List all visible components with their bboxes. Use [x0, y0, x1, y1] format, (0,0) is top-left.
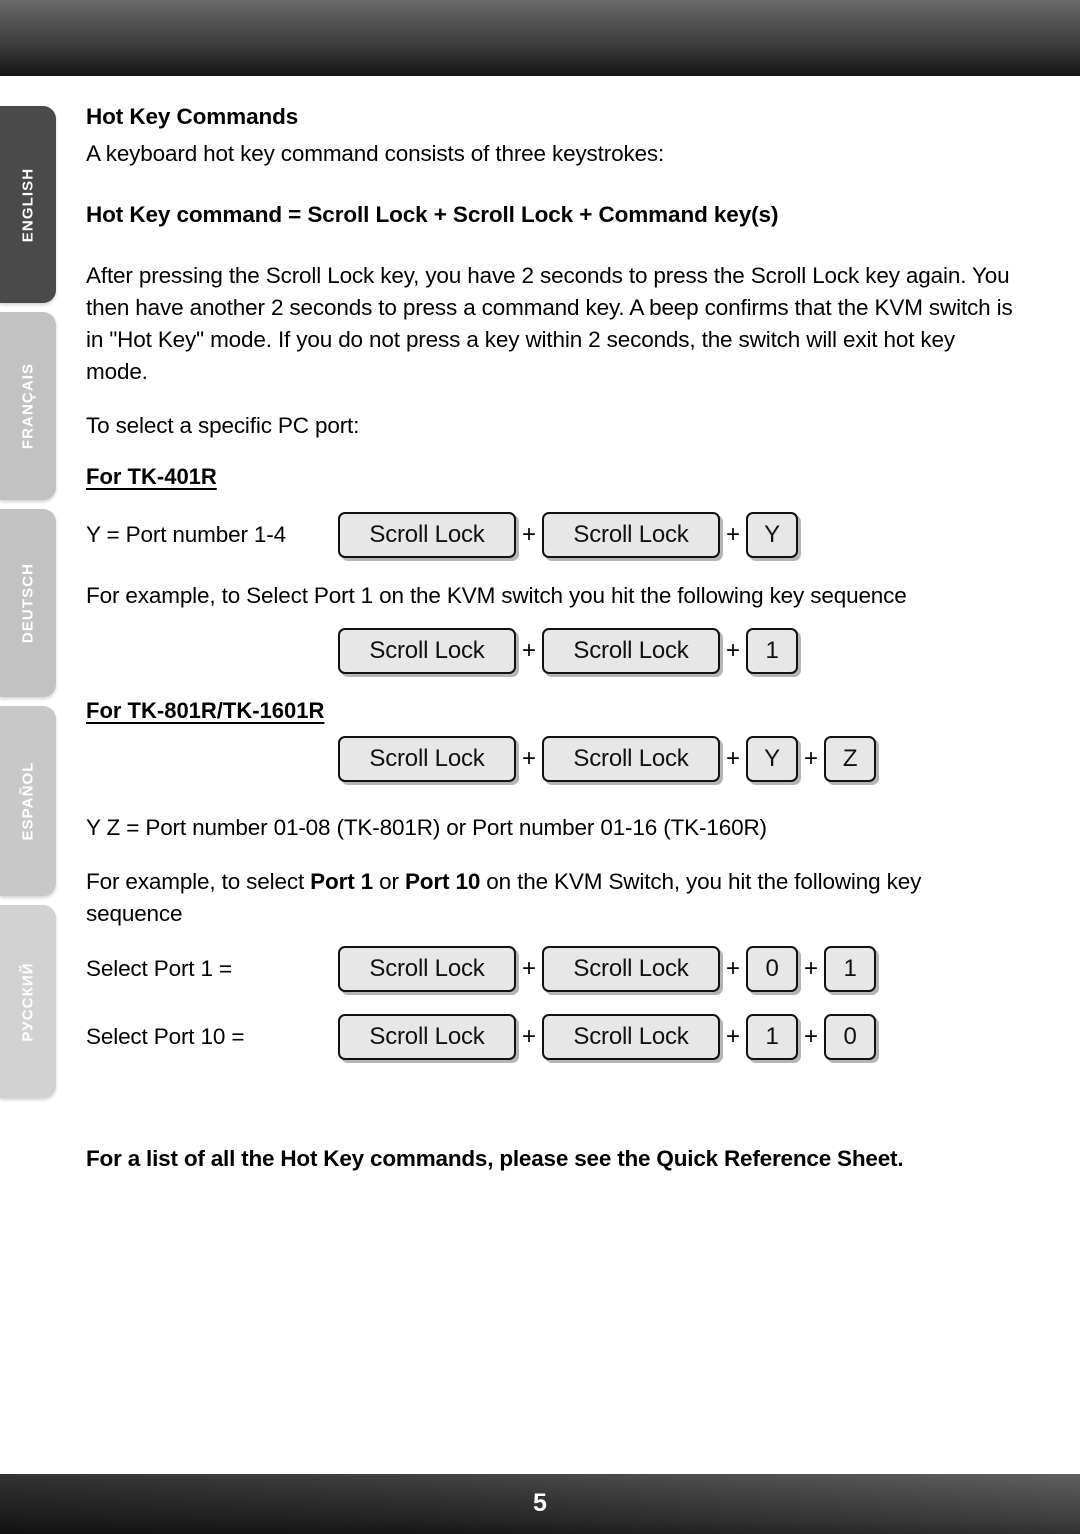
plus-symbol: +	[726, 521, 741, 548]
key-scroll-lock[interactable]: Scroll Lock	[542, 628, 721, 674]
key-scroll-lock[interactable]: Scroll Lock	[542, 512, 721, 558]
key-scroll-lock[interactable]: Scroll Lock	[542, 946, 721, 992]
sidebar-tab-label: FRANÇAIS	[19, 362, 37, 450]
plus-symbol: +	[804, 745, 819, 772]
key-1[interactable]: 1	[746, 1014, 799, 1060]
sidebar-tab-russkiy[interactable]: РУССКИЙ	[0, 905, 56, 1098]
plus-symbol: +	[804, 955, 819, 982]
key-sequence-row-select-port-1: Select Port 1 = Scroll Lock + Scroll Loc…	[86, 946, 1016, 992]
key-y[interactable]: Y	[746, 736, 799, 782]
example-bold-port-10: Port 10	[404, 869, 481, 894]
plus-symbol: +	[804, 1023, 819, 1050]
plus-symbol: +	[726, 637, 741, 664]
key-y[interactable]: Y	[746, 512, 799, 558]
plus-symbol: +	[522, 745, 537, 772]
row-label-select-port-1: Select Port 1 =	[86, 955, 232, 981]
key-z[interactable]: Z	[824, 736, 877, 782]
page-header-bar	[0, 0, 1080, 76]
plus-symbol: +	[726, 955, 741, 982]
sidebar-tab-label: ESPAÑOL	[19, 761, 37, 841]
key-sequence-row-tk401r-example: Scroll Lock + Scroll Lock + 1	[86, 628, 1016, 674]
key-scroll-lock[interactable]: Scroll Lock	[542, 736, 721, 782]
sidebar-tab-deutsch[interactable]: DEUTSCH	[0, 509, 56, 697]
hot-key-formula: Hot Key command = Scroll Lock + Scroll L…	[86, 201, 779, 227]
key-scroll-lock[interactable]: Scroll Lock	[338, 628, 516, 674]
document-content: Hot Key Commands A keyboard hot key comm…	[86, 104, 1016, 1174]
sidebar-tab-espanol[interactable]: ESPAÑOL	[0, 706, 56, 896]
key-scroll-lock[interactable]: Scroll Lock	[338, 736, 516, 782]
port-range-line: Y Z = Port number 01-08 (TK-801R) or Por…	[86, 815, 767, 840]
example-prefix: For example, to select	[86, 869, 311, 894]
select-port-line: To select a specific PC port:	[86, 413, 360, 438]
row-label-select-port-10: Select Port 10 =	[86, 1023, 245, 1049]
sidebar-tab-english[interactable]: ENGLISH	[0, 106, 56, 303]
heading-wrap-tk801r: For TK-801R/TK-1601R	[86, 698, 1016, 724]
key-scroll-lock[interactable]: Scroll Lock	[338, 512, 516, 558]
key-sequence-tk401r: Scroll Lock + Scroll Lock + Y	[338, 512, 799, 558]
key-sequence-tk801r: Scroll Lock + Scroll Lock + Y + Z	[338, 736, 877, 782]
example-bold-port-1: Port 1	[310, 869, 374, 894]
intro-paragraph: A keyboard hot key command consists of t…	[86, 140, 665, 166]
page-number: 5	[533, 1489, 547, 1517]
key-sequence-select-port-1: Scroll Lock + Scroll Lock + 0 + 1	[338, 946, 877, 992]
key-sequence-tk401r-example: Scroll Lock + Scroll Lock + 1	[338, 628, 799, 674]
section-heading-tk401r: For TK-401R	[86, 464, 217, 489]
sidebar-tab-label: ENGLISH	[19, 167, 37, 242]
page-footer-bar: 5	[0, 1474, 1080, 1534]
key-sequence-row-tk801r: Scroll Lock + Scroll Lock + Y + Z	[86, 736, 1016, 782]
plus-symbol: +	[726, 1023, 741, 1050]
key-sequence-select-port-10: Scroll Lock + Scroll Lock + 1 + 0	[338, 1014, 877, 1060]
key-1[interactable]: 1	[824, 946, 877, 992]
example-mid: or	[373, 869, 405, 894]
plus-symbol: +	[522, 1023, 537, 1050]
example-text-tk401r: For example, to Select Port 1 on the KVM…	[86, 583, 907, 608]
example-text-tk801r: For example, to select Port 1 or Port 10…	[86, 866, 1016, 930]
closing-note: For a list of all the Hot Key commands, …	[86, 1146, 904, 1171]
heading-wrap-tk401r: For TK-401R	[86, 464, 1016, 490]
plus-symbol: +	[522, 637, 537, 664]
sidebar-tab-label: РУССКИЙ	[19, 961, 37, 1042]
key-scroll-lock[interactable]: Scroll Lock	[338, 946, 516, 992]
sidebar-tab-francais[interactable]: FRANÇAIS	[0, 312, 56, 500]
key-0[interactable]: 0	[746, 946, 799, 992]
section-heading-hot-key-commands: Hot Key Commands	[86, 104, 299, 129]
key-scroll-lock[interactable]: Scroll Lock	[542, 1014, 721, 1060]
sidebar-tab-label: DEUTSCH	[19, 562, 37, 644]
section-heading-tk801r-tk1601r: For TK-801R/TK-1601R	[86, 698, 325, 723]
key-sequence-row-tk401r: Y = Port number 1-4 Scroll Lock + Scroll…	[86, 512, 1016, 558]
key-sequence-row-select-port-10: Select Port 10 = Scroll Lock + Scroll Lo…	[86, 1014, 1016, 1060]
key-scroll-lock[interactable]: Scroll Lock	[338, 1014, 516, 1060]
key-1[interactable]: 1	[746, 628, 799, 674]
key-0[interactable]: 0	[824, 1014, 877, 1060]
plus-symbol: +	[522, 521, 537, 548]
hot-key-description-paragraph: After pressing the Scroll Lock key, you …	[86, 263, 1013, 384]
plus-symbol: +	[522, 955, 537, 982]
row-label-port-number: Y = Port number 1-4	[86, 521, 286, 547]
plus-symbol: +	[726, 745, 741, 772]
